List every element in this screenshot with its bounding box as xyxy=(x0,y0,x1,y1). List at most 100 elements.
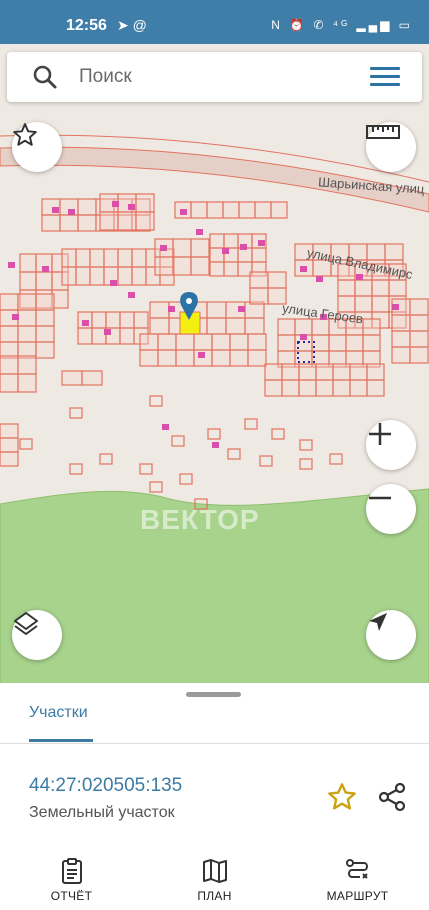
land-parcel xyxy=(135,211,155,231)
zoom-in-button[interactable] xyxy=(366,420,416,470)
add-favorite-button[interactable] xyxy=(326,781,358,813)
favorites-button[interactable] xyxy=(12,122,62,172)
land-parcel xyxy=(139,463,153,475)
land-parcel xyxy=(409,298,429,316)
land-parcel xyxy=(251,247,267,263)
land-parcel xyxy=(362,318,381,336)
tab-indicator xyxy=(29,739,93,742)
parcel-type: Земельный участок xyxy=(29,804,175,821)
land-parcel xyxy=(247,333,267,351)
land-parcel xyxy=(225,317,246,335)
nav-route[interactable]: МАРШРУТ xyxy=(286,849,429,910)
land-parcel xyxy=(172,256,192,276)
layers-button[interactable] xyxy=(12,610,62,660)
land-parcel xyxy=(35,325,55,343)
land-parcel xyxy=(190,238,210,258)
land-parcel xyxy=(249,287,269,305)
star-icon xyxy=(328,783,356,810)
building xyxy=(300,266,307,272)
building xyxy=(104,329,111,335)
share-button[interactable] xyxy=(376,781,408,813)
land-parcel xyxy=(277,334,296,352)
report-icon xyxy=(62,858,82,884)
cadastral-map[interactable] xyxy=(0,44,429,684)
land-parcel xyxy=(349,363,368,381)
land-parcel xyxy=(222,201,240,219)
land-parcel xyxy=(349,379,368,397)
parcel-number-link[interactable]: 44:27:020505:135 xyxy=(29,775,182,797)
land-parcel xyxy=(211,333,231,351)
land-parcel xyxy=(366,363,385,381)
land-parcel xyxy=(154,256,174,276)
land-parcel xyxy=(99,211,119,231)
ruler-button[interactable] xyxy=(366,122,416,172)
parcel-grid xyxy=(0,193,429,510)
nav-report-label: ОТЧЁТ xyxy=(50,889,93,903)
land-parcel xyxy=(0,437,19,453)
building xyxy=(196,229,203,235)
land-parcel xyxy=(271,428,285,440)
land-parcel xyxy=(149,317,170,335)
land-parcel xyxy=(35,309,55,327)
nav-route-label: МАРШРУТ xyxy=(326,889,389,903)
land-parcel xyxy=(371,279,390,297)
nav-report[interactable]: ОТЧЁТ xyxy=(0,849,143,910)
land-parcel xyxy=(35,271,53,291)
land-parcel xyxy=(157,333,177,351)
plus-icon xyxy=(369,423,391,445)
divider xyxy=(0,743,429,744)
land-parcel xyxy=(119,311,135,329)
land-parcel xyxy=(329,453,343,465)
status-bar: 12:56 ➤ @ N ⏰ ✆ ⁴ᴳ ▂▄▆ ▭ xyxy=(0,0,429,44)
land-parcel xyxy=(157,349,177,367)
land-parcel xyxy=(270,201,288,219)
land-parcel xyxy=(172,238,192,258)
star-icon xyxy=(13,123,37,146)
building xyxy=(8,262,15,268)
land-parcel xyxy=(211,349,231,367)
land-parcel xyxy=(244,317,265,335)
land-parcel xyxy=(315,379,334,397)
land-parcel xyxy=(17,325,37,343)
land-parcel xyxy=(229,349,249,367)
building xyxy=(300,334,307,340)
route-icon xyxy=(346,859,368,879)
land-parcel xyxy=(103,248,119,268)
land-parcel xyxy=(209,233,225,249)
ruler-icon xyxy=(366,125,400,139)
land-parcel xyxy=(247,349,267,367)
land-parcel xyxy=(35,293,55,311)
land-parcel xyxy=(131,266,147,286)
search-input[interactable]: Поиск xyxy=(79,66,132,88)
land-parcel xyxy=(281,379,300,397)
land-parcel xyxy=(391,330,411,348)
nav-plan[interactable]: ПЛАН xyxy=(143,849,286,910)
land-parcel xyxy=(315,363,334,381)
building xyxy=(198,352,205,358)
land-parcel xyxy=(149,481,163,493)
land-parcel xyxy=(237,247,253,263)
system-status-icons: N ⏰ ✆ ⁴ᴳ ▂▄▆ ▭ xyxy=(271,18,413,32)
land-parcel xyxy=(89,248,105,268)
hamburger-icon xyxy=(370,67,400,70)
land-parcel xyxy=(17,355,37,375)
zoom-out-button[interactable] xyxy=(366,484,416,534)
land-parcel xyxy=(391,314,411,332)
land-parcel xyxy=(209,247,225,263)
tab-parcels[interactable]: Участки xyxy=(29,704,88,722)
drag-handle[interactable] xyxy=(186,692,241,697)
map-view[interactable]: Шарьинская улиц улица Владимирс улица Ге… xyxy=(0,44,429,684)
menu-button[interactable] xyxy=(370,65,402,89)
locate-me-button[interactable] xyxy=(366,610,416,660)
search-icon xyxy=(33,65,57,89)
search-bar[interactable]: Поиск xyxy=(7,52,422,102)
building xyxy=(392,304,399,310)
land-parcel xyxy=(131,248,147,268)
land-parcel xyxy=(17,373,37,393)
land-parcel xyxy=(175,349,195,367)
land-parcel xyxy=(209,261,225,277)
land-parcel xyxy=(119,327,135,345)
land-parcel xyxy=(69,463,83,475)
building xyxy=(128,204,135,210)
building xyxy=(258,240,265,246)
